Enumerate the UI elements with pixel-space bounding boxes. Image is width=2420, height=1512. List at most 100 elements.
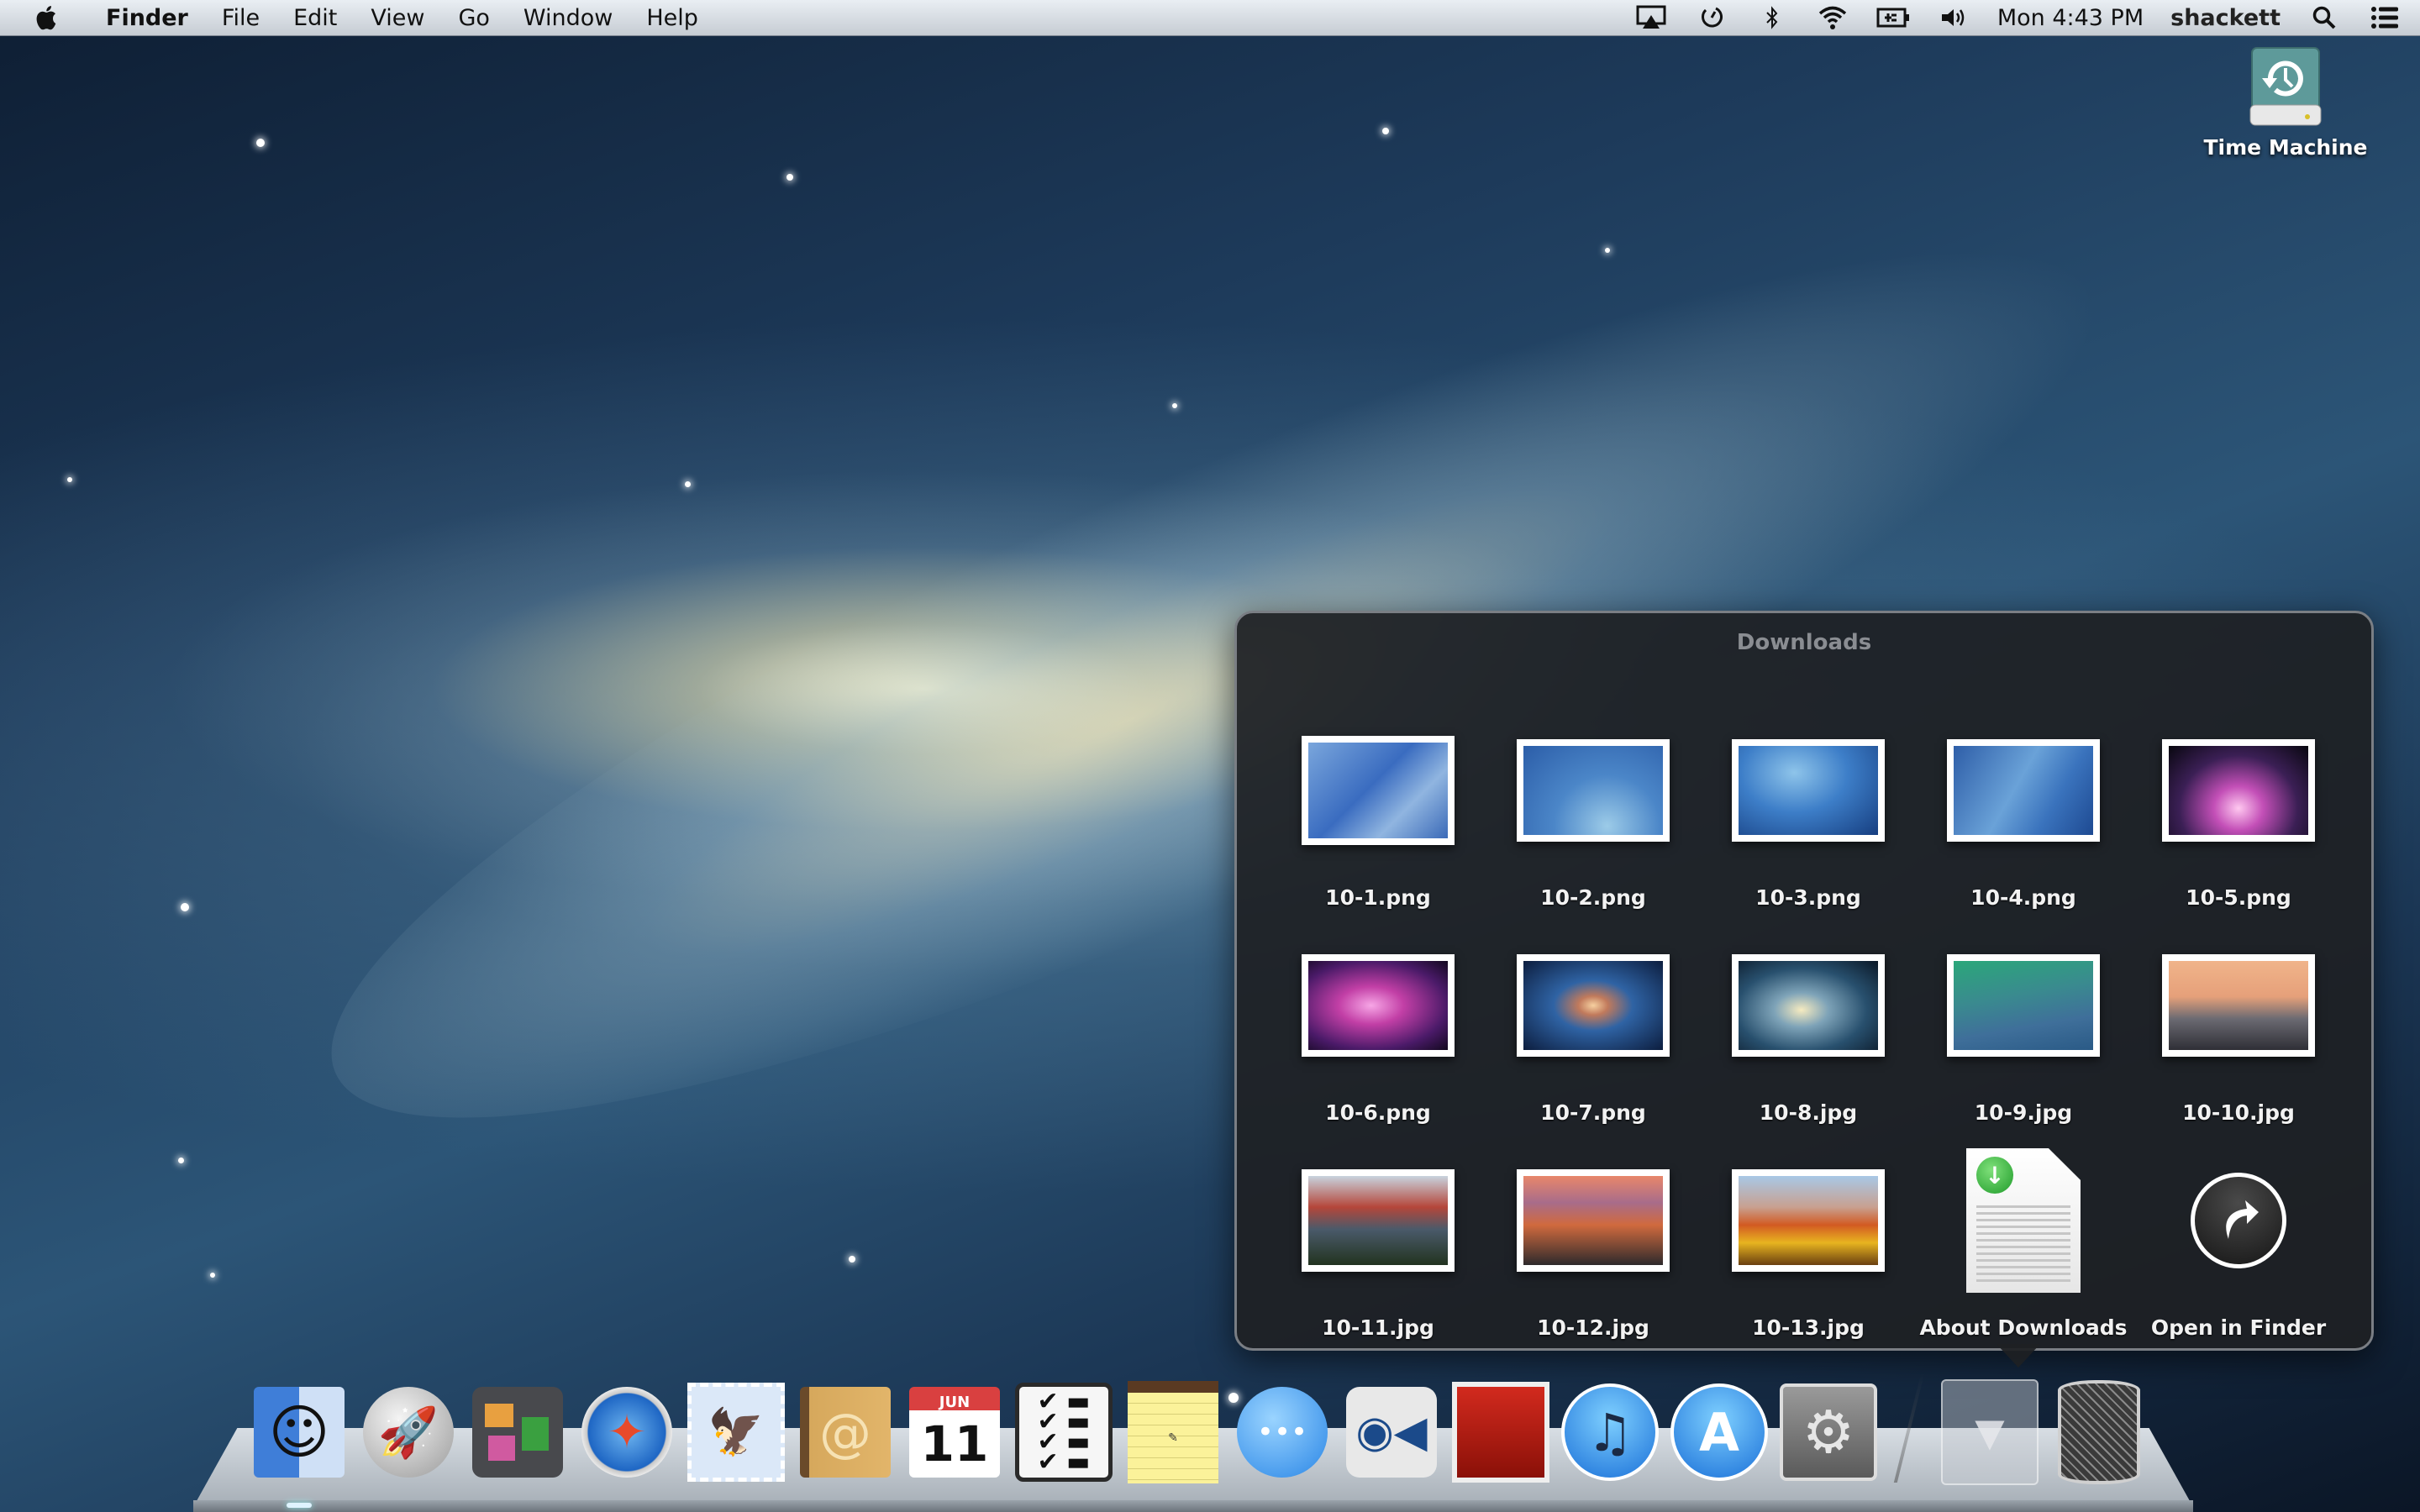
stack-item-name: 10-3.png <box>1755 885 1861 910</box>
itunes-note-icon: ♫ <box>1561 1383 1659 1481</box>
image-thumbnail <box>1732 1169 1885 1272</box>
menu-edit[interactable]: Edit <box>276 5 354 31</box>
stack-item[interactable]: 10-10.jpg <box>2131 916 2346 1131</box>
stack-item-name: About Downloads <box>1919 1315 2128 1340</box>
wallpaper-star <box>685 481 691 487</box>
stack-item[interactable]: 10-7.png <box>1486 916 1701 1131</box>
menu-user[interactable]: shackett <box>2170 5 2281 31</box>
menu-bar: Finder File Edit View Go Window Help Mon… <box>0 0 2420 36</box>
document-icon: ↓ <box>1966 1148 2081 1293</box>
mission-control-icon <box>472 1387 563 1478</box>
desktop-icon-label: Time Machine <box>2203 135 2368 160</box>
stack-item[interactable]: 10-5.png <box>2131 701 2346 916</box>
dock-item-system-preferences[interactable]: ⚙ <box>1780 1382 1877 1483</box>
trash-icon <box>2058 1380 2140 1484</box>
battery-icon[interactable] <box>1876 3 1910 32</box>
dock-item-facetime[interactable]: ◉◀ <box>1343 1382 1440 1483</box>
stack-item-name: 10-2.png <box>1540 885 1646 910</box>
stack-item-name: Open in Finder <box>2150 1315 2327 1340</box>
menu-file[interactable]: File <box>205 5 276 31</box>
image-thumbnail <box>1302 1169 1455 1272</box>
downloads-stack-grid: Downloads 10-1.png 10-2.png 10-3.png 10-… <box>1234 611 2374 1351</box>
finder-icon: ☺ <box>254 1387 345 1478</box>
menu-app-finder[interactable]: Finder <box>89 5 205 31</box>
dock-item-mission-control[interactable] <box>469 1382 566 1483</box>
dock-item-mail[interactable]: 🦅 <box>687 1382 785 1483</box>
open-in-finder-button[interactable]: Open in Finder <box>2131 1131 2346 1347</box>
stack-item-name: 10-1.png <box>1325 885 1431 910</box>
stack-item-about-downloads[interactable]: ↓ About Downloads <box>1916 1131 2131 1347</box>
dock-item-contacts[interactable]: @ <box>797 1382 894 1483</box>
stack-item-name: 10-7.png <box>1540 1100 1646 1125</box>
menu-clock[interactable]: Mon 4:43 PM <box>1997 5 2144 31</box>
stack-item[interactable]: 10-6.png <box>1270 916 1486 1131</box>
wallpaper-star <box>256 139 265 147</box>
stack-item-name: 10-13.jpg <box>1752 1315 1865 1340</box>
messages-bubble-icon: ••• <box>1237 1387 1328 1478</box>
dock-item-messages[interactable]: ••• <box>1234 1382 1331 1483</box>
downloads-stack-icon: ▼ <box>1941 1379 2039 1485</box>
dock-item-notes[interactable]: ✎ <box>1124 1381 1222 1483</box>
stack-item[interactable]: 10-2.png <box>1486 701 1701 916</box>
app-store-icon: A <box>1670 1383 1768 1481</box>
running-indicator <box>287 1503 312 1508</box>
contacts-book-icon: @ <box>800 1387 891 1478</box>
facetime-camera-icon: ◉◀ <box>1346 1387 1437 1478</box>
dock-item-launchpad[interactable]: 🚀 <box>360 1382 457 1483</box>
image-thumbnail <box>1517 1169 1670 1272</box>
dock-separator <box>1893 1373 1925 1483</box>
stack-item-name: 10-6.png <box>1325 1100 1431 1125</box>
stack-item[interactable]: 10-13.jpg <box>1701 1131 1916 1347</box>
dock-item-itunes[interactable]: ♫ <box>1561 1382 1659 1483</box>
menu-help[interactable]: Help <box>629 5 715 31</box>
stack-item-name: 10-4.png <box>1970 885 2076 910</box>
dock-item-trash[interactable] <box>2050 1380 2148 1484</box>
dock-item-app-store[interactable]: A <box>1670 1382 1768 1483</box>
stack-item[interactable]: 10-9.jpg <box>1916 916 2131 1131</box>
menu-view[interactable]: View <box>354 5 441 31</box>
dock-item-calendar[interactable]: JUN 11 <box>906 1382 1003 1483</box>
stack-item-name: 10-10.jpg <box>2182 1100 2295 1125</box>
launchpad-icon: 🚀 <box>363 1387 454 1478</box>
apple-logo-icon[interactable] <box>27 3 64 32</box>
stack-item[interactable]: 10-11.jpg <box>1270 1131 1486 1347</box>
notes-pad-icon: ✎ <box>1128 1381 1218 1483</box>
dock-item-photo-booth[interactable] <box>1452 1382 1549 1483</box>
stack-item[interactable]: 10-1.png <box>1270 701 1486 916</box>
dock-shelf-edge <box>193 1500 2193 1512</box>
wifi-icon[interactable] <box>1816 3 1849 32</box>
stack-item[interactable]: 10-4.png <box>1916 701 2131 916</box>
menu-window[interactable]: Window <box>507 5 629 31</box>
bluetooth-icon[interactable] <box>1755 3 1789 32</box>
volume-icon[interactable] <box>1937 3 1970 32</box>
stack-item-name: 10-5.png <box>2186 885 2291 910</box>
image-thumbnail <box>2162 739 2315 842</box>
stack-item-name: 10-12.jpg <box>1537 1315 1649 1340</box>
dock-stack-downloads[interactable]: ▼ <box>1941 1379 2039 1485</box>
wallpaper-star <box>1382 128 1389 134</box>
stack-item-name: 10-8.jpg <box>1759 1100 1858 1125</box>
wallpaper-star <box>1172 403 1177 408</box>
mail-stamp-icon: 🦅 <box>687 1383 785 1482</box>
image-thumbnail <box>1517 739 1670 842</box>
wallpaper-star <box>67 477 72 482</box>
stack-item[interactable]: 10-12.jpg <box>1486 1131 1701 1347</box>
search-icon[interactable] <box>2307 3 2341 32</box>
desktop-icon-time-machine[interactable]: Time Machine <box>2202 46 2370 160</box>
dock-item-reminders[interactable]: ✔ ▬ ✔ ▬ ✔ ▬ ✔ ▬ <box>1015 1382 1113 1483</box>
image-thumbnail <box>1947 954 2100 1057</box>
menu-go[interactable]: Go <box>441 5 506 31</box>
dock-item-safari[interactable]: ✦ <box>578 1382 676 1483</box>
stack-item[interactable]: 10-8.jpg <box>1701 916 1916 1131</box>
stack-item-name: 10-11.jpg <box>1322 1315 1434 1340</box>
time-machine-icon[interactable] <box>1695 3 1728 32</box>
open-arrow-icon <box>2191 1173 2286 1268</box>
image-thumbnail <box>1302 954 1455 1057</box>
stack-item[interactable]: 10-3.png <box>1701 701 1916 916</box>
stack-item-name: 10-9.jpg <box>1974 1100 2073 1125</box>
airplay-icon[interactable] <box>1634 3 1668 32</box>
notification-center-icon[interactable] <box>2368 3 2402 32</box>
dock-item-finder[interactable]: ☺ <box>250 1382 348 1508</box>
image-thumbnail <box>1947 739 2100 842</box>
wallpaper-star <box>849 1256 855 1263</box>
